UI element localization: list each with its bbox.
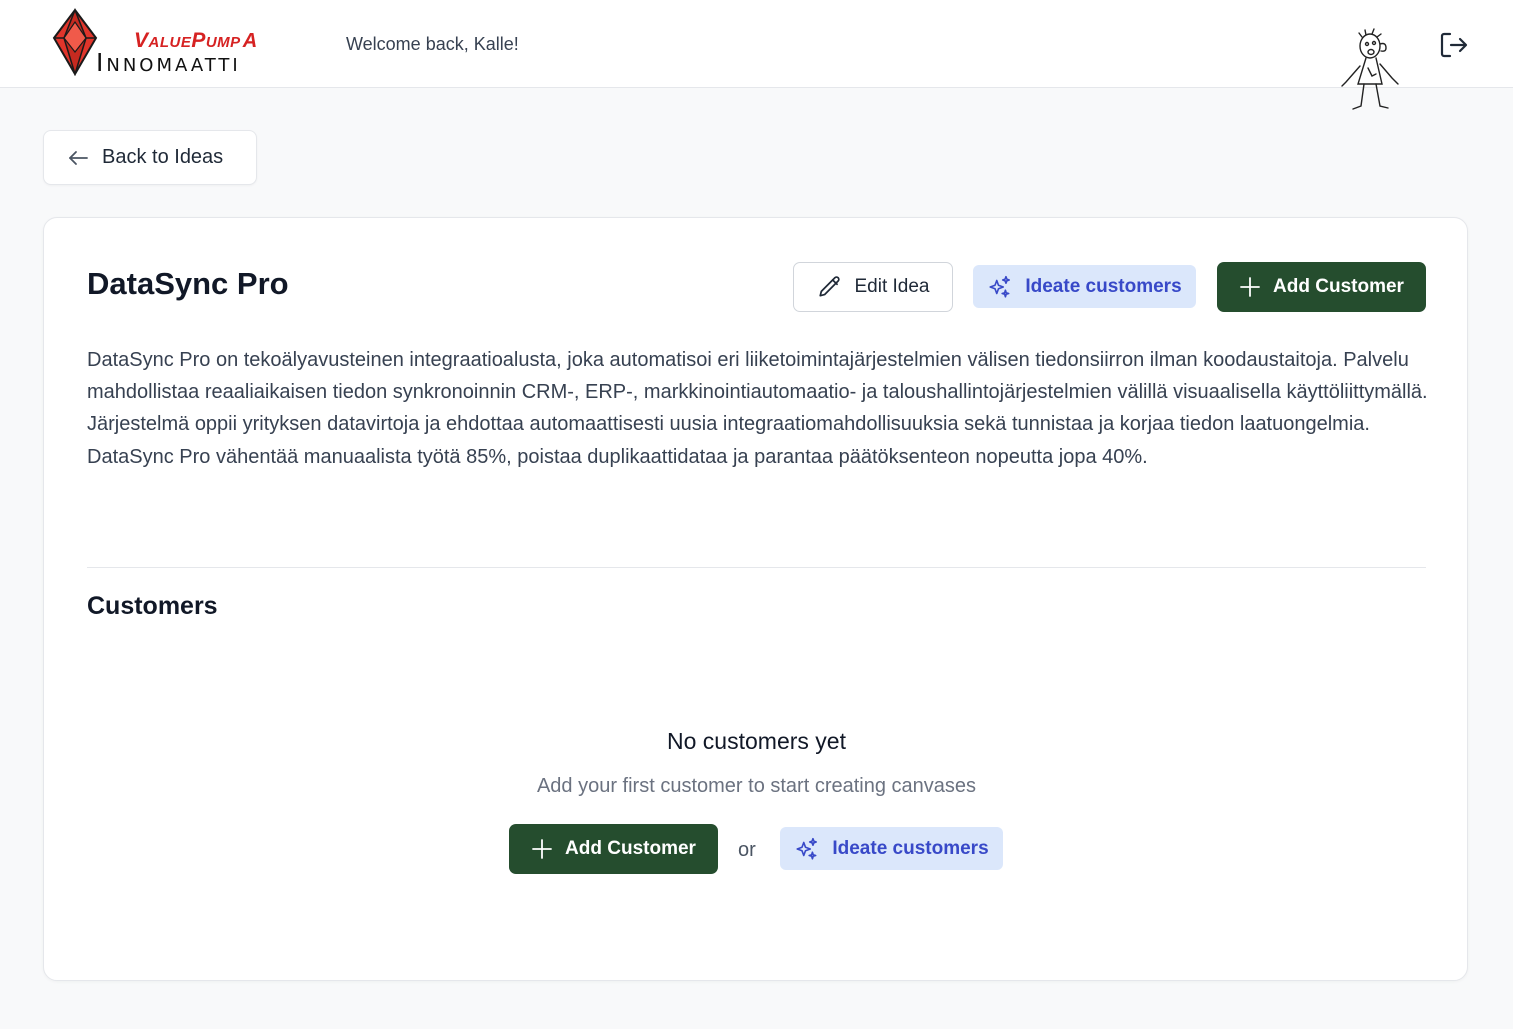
customers-section-title: Customers [87, 592, 218, 620]
edit-idea-button[interactable]: Edit Idea [793, 262, 953, 312]
brand-name-bottom: Innomaatti [96, 48, 241, 77]
empty-ideate-customers-button[interactable]: Ideate customers [780, 827, 1003, 870]
app-logo[interactable]: ValuePumpα Innomaatti [52, 8, 292, 80]
diamond-logo-icon [52, 8, 98, 76]
section-divider [87, 567, 1426, 568]
back-to-ideas-button[interactable]: Back to Ideas [43, 130, 257, 185]
empty-add-customer-button[interactable]: Add Customer [509, 824, 718, 874]
idea-title: DataSync Pro [87, 266, 289, 301]
pencil-icon [818, 276, 840, 297]
arrow-left-icon [69, 150, 88, 165]
or-separator: or [738, 839, 756, 861]
sparkles-icon [989, 275, 1011, 298]
mascot-avatar-icon[interactable] [1340, 28, 1408, 114]
ideate-customers-button[interactable]: Ideate customers [973, 265, 1196, 308]
sparkles-icon [796, 837, 818, 860]
idea-card: DataSync Pro Edit Idea Ideate customers … [43, 217, 1468, 981]
plus-icon [1240, 277, 1260, 297]
empty-add-customer-label: Add Customer [565, 838, 696, 859]
welcome-message: Welcome back, Kalle! [346, 34, 519, 54]
empty-state-subtitle: Add your first customer to start creatin… [536, 775, 977, 797]
back-to-ideas-label: Back to Ideas [102, 146, 224, 168]
empty-state-title: No customers yet [667, 728, 846, 754]
idea-description: DataSync Pro on tekoälyavusteinen integr… [87, 349, 1428, 468]
app-header: ValuePumpα Innomaatti Welcome back, Kall… [0, 0, 1513, 110]
add-customer-label: Add Customer [1273, 276, 1404, 297]
edit-idea-label: Edit Idea [854, 276, 930, 297]
ideate-customers-label: Ideate customers [1025, 275, 1182, 297]
logout-icon[interactable] [1436, 28, 1470, 62]
plus-icon [532, 839, 552, 859]
add-customer-button[interactable]: Add Customer [1217, 262, 1426, 312]
empty-ideate-customers-label: Ideate customers [832, 837, 989, 859]
